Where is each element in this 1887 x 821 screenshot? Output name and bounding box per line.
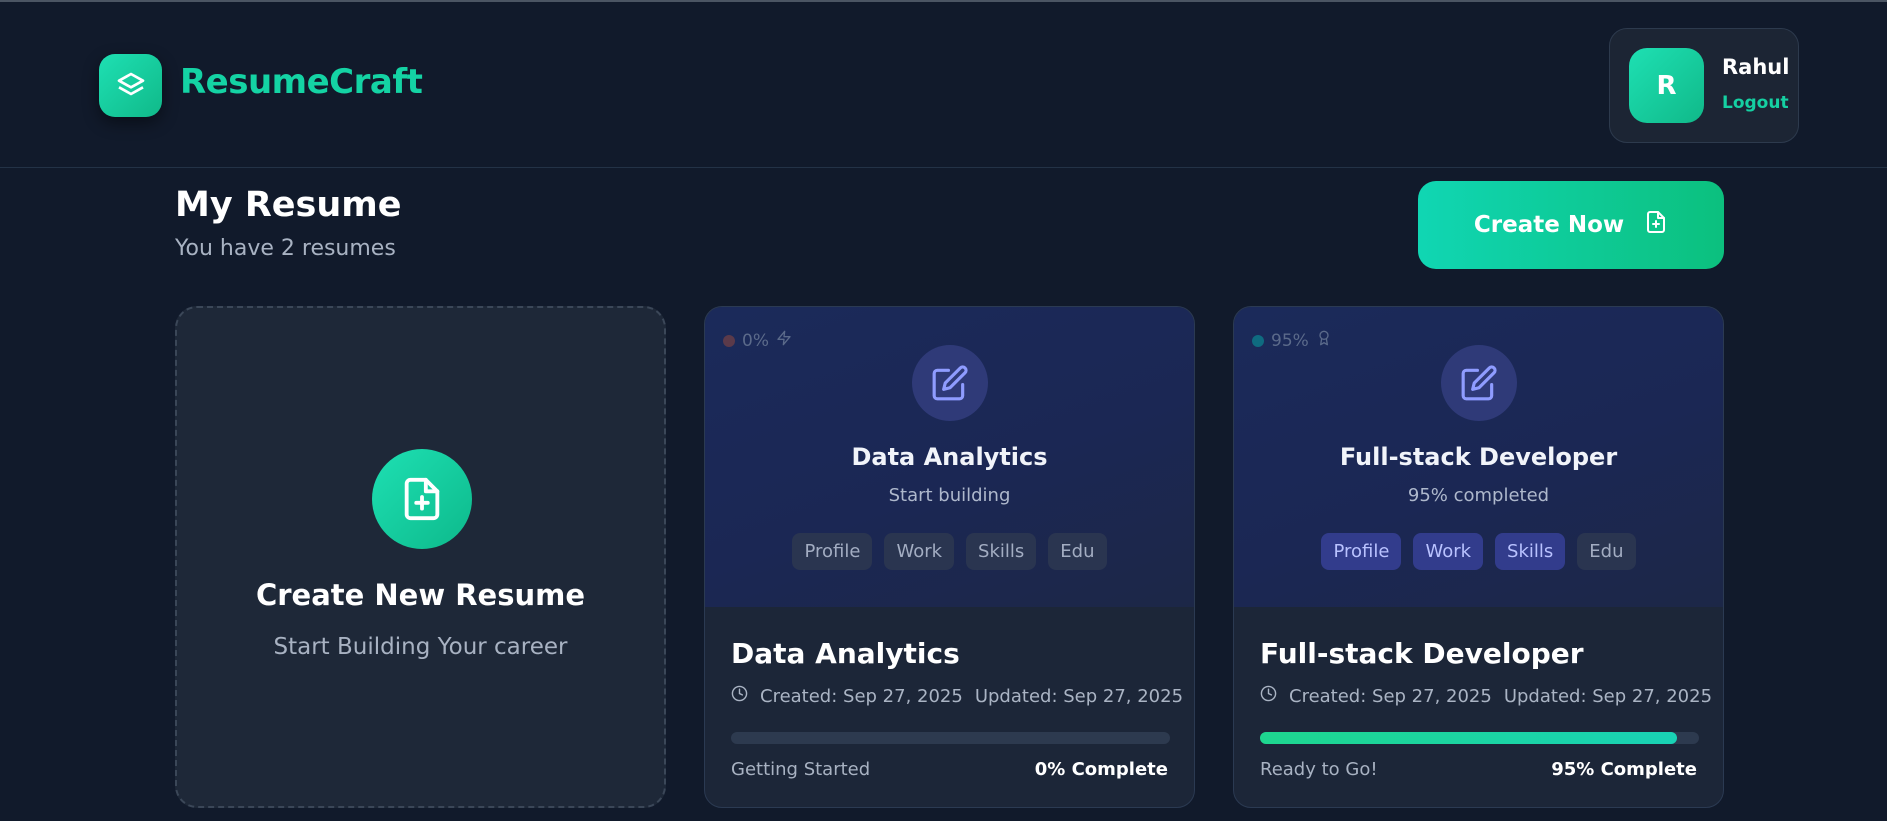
progress-bar bbox=[1260, 732, 1699, 744]
resume-title: Data Analytics bbox=[731, 637, 960, 670]
section-chips: Profile Work Skills Edu bbox=[1234, 533, 1723, 570]
create-now-button[interactable]: Create Now bbox=[1418, 181, 1724, 269]
resume-dates: Created: Sep 27, 2025 Updated: Sep 27, 2… bbox=[1260, 685, 1712, 707]
progress-bar bbox=[731, 732, 1170, 744]
file-plus-icon bbox=[372, 449, 472, 549]
create-new-resume-card[interactable]: Create New Resume Start Building Your ca… bbox=[175, 306, 666, 808]
resume-preview-name: Full-stack Developer bbox=[1339, 443, 1618, 471]
progress-label: Ready to Go! bbox=[1260, 759, 1378, 780]
clock-icon bbox=[731, 685, 748, 707]
completion-badge: 0% bbox=[723, 329, 792, 352]
resume-card-preview: 95% Full-stack Developer 95% completed P… bbox=[1234, 307, 1723, 607]
resume-preview-status: Start building bbox=[888, 485, 1011, 506]
resume-dates: Created: Sep 27, 2025 Updated: Sep 27, 2… bbox=[731, 685, 1183, 707]
progress-label: Getting Started bbox=[731, 759, 871, 780]
create-now-label: Create Now bbox=[1473, 212, 1625, 238]
zap-icon bbox=[776, 329, 792, 352]
chip-skills: Skills bbox=[966, 533, 1037, 570]
page-subtitle: You have 2 resumes bbox=[175, 236, 396, 261]
resume-card[interactable]: 95% Full-stack Developer 95% completed P… bbox=[1233, 306, 1724, 808]
user-menu: R Rahul Logout bbox=[1609, 28, 1799, 143]
app-header: ResumeCraft R Rahul Logout bbox=[0, 2, 1887, 168]
resume-preview-status: 95% completed bbox=[1407, 485, 1550, 506]
status-dot bbox=[723, 334, 735, 347]
chip-skills: Skills bbox=[1495, 533, 1566, 570]
status-dot bbox=[1252, 334, 1264, 347]
award-icon bbox=[1316, 329, 1332, 352]
completion-percent: 95% bbox=[1271, 330, 1309, 351]
completion-percent: 0% bbox=[742, 330, 769, 351]
app-name[interactable]: ResumeCraft bbox=[180, 62, 423, 102]
clock-icon bbox=[1260, 685, 1277, 707]
avatar[interactable]: R bbox=[1629, 48, 1704, 123]
chip-edu: Edu bbox=[1577, 533, 1636, 570]
created-date: Created: Sep 27, 2025 bbox=[1289, 685, 1492, 707]
resume-title: Full-stack Developer bbox=[1260, 637, 1584, 670]
edit-icon[interactable] bbox=[1441, 345, 1517, 421]
updated-date: Updated: Sep 27, 2025 bbox=[974, 685, 1184, 707]
chip-profile: Profile bbox=[792, 533, 873, 570]
chip-edu: Edu bbox=[1048, 533, 1107, 570]
resume-card-preview: 0% Data Analytics Start building Profile… bbox=[705, 307, 1194, 607]
complete-label: 0% Complete bbox=[1034, 759, 1168, 780]
logout-link[interactable]: Logout bbox=[1722, 93, 1789, 113]
edit-icon[interactable] bbox=[912, 345, 988, 421]
layers-icon[interactable] bbox=[99, 54, 162, 117]
completion-badge: 95% bbox=[1252, 329, 1332, 352]
complete-label: 95% Complete bbox=[1551, 759, 1697, 780]
user-name: Rahul bbox=[1722, 55, 1790, 79]
resume-card[interactable]: 0% Data Analytics Start building Profile… bbox=[704, 306, 1195, 808]
file-plus-icon bbox=[1644, 209, 1668, 241]
chip-work: Work bbox=[884, 533, 955, 570]
resume-preview-name: Data Analytics bbox=[851, 443, 1048, 471]
created-date: Created: Sep 27, 2025 bbox=[760, 685, 963, 707]
chip-work: Work bbox=[1413, 533, 1484, 570]
new-resume-title: Create New Resume bbox=[255, 578, 586, 612]
chip-profile: Profile bbox=[1321, 533, 1402, 570]
section-chips: Profile Work Skills Edu bbox=[705, 533, 1194, 570]
new-resume-subtitle: Start Building Your career bbox=[273, 634, 568, 660]
page-title: My Resume bbox=[175, 185, 402, 225]
updated-date: Updated: Sep 27, 2025 bbox=[1503, 685, 1713, 707]
progress-fill bbox=[1260, 732, 1678, 744]
